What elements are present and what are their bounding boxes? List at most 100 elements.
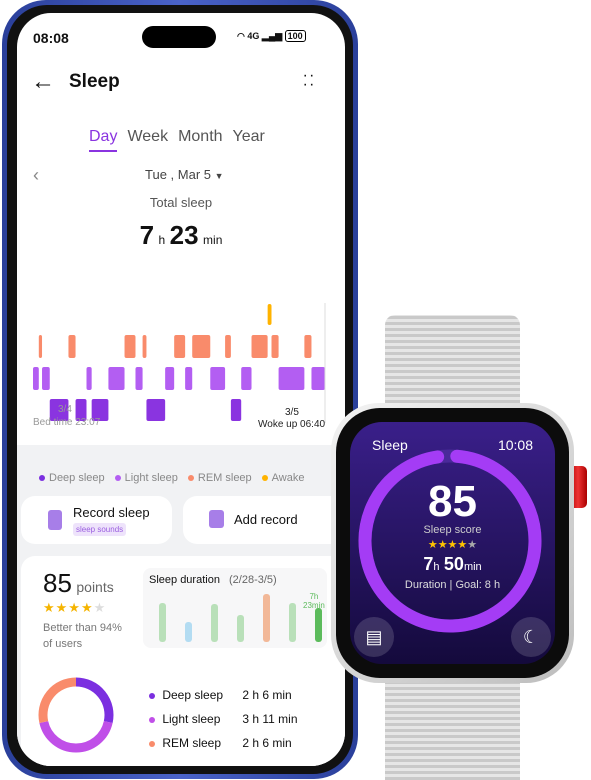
- watch-goal: Duration | Goal: 8 h: [404, 579, 501, 591]
- duration-bar[interactable]: [315, 608, 322, 642]
- donut-segment: [39, 720, 113, 753]
- minutes: 23: [169, 220, 199, 250]
- stage-breakdown: Deep sleep 2 h 6 min Light sleep 3 h 11 mi…: [149, 683, 298, 755]
- last-duration-label: 7h 23min: [303, 592, 325, 610]
- wake-time: Woke up 06:40: [258, 419, 326, 430]
- stage-light: [86, 367, 92, 390]
- stage-rem: [68, 335, 76, 358]
- stage-donut: [38, 677, 114, 753]
- sleep-duration-chart[interactable]: Sleep duration (2/28-3/5) 7h 23min: [143, 568, 327, 648]
- tab-month[interactable]: Month: [178, 128, 222, 152]
- duration-bar[interactable]: [237, 614, 244, 642]
- back-arrow-icon[interactable]: ←: [31, 68, 55, 96]
- duration-bar[interactable]: [263, 594, 270, 642]
- stage-light: [42, 367, 50, 390]
- page-title: Sleep: [69, 71, 120, 92]
- stage-legend: Deep sleep Light sleep REM sleep Awake: [39, 472, 305, 484]
- breakdown-rem: REM sleep 2 h 6 min: [149, 731, 298, 755]
- duration-bar[interactable]: [211, 604, 218, 642]
- stage-light: [241, 367, 252, 390]
- score: 85 points: [43, 568, 114, 598]
- stage-light: [108, 367, 125, 390]
- duration-bar[interactable]: [289, 603, 296, 642]
- tab-week[interactable]: Week: [127, 128, 168, 152]
- prev-date-icon[interactable]: ‹: [33, 165, 39, 186]
- stage-rem: [192, 335, 211, 358]
- record-sleep-label: Record sleep: [73, 505, 150, 520]
- breakdown-light: Light sleep 3 h 11 min: [149, 707, 298, 731]
- sleep-moon-icon[interactable]: ☾: [511, 617, 551, 657]
- wake-date: 3/5: [285, 407, 299, 418]
- phone-screen: 08:08 ◠ 4G ▂▄▆ 100 ← Sleep ∙∙ ∙∙ Day Week…: [17, 13, 345, 766]
- watch-band-bottom: [385, 670, 520, 780]
- sleep-sounds-tag: sleep sounds: [73, 523, 127, 536]
- add-record-label: Add record: [234, 512, 298, 527]
- status-time: 08:08: [33, 30, 69, 46]
- wifi-icon: ◠: [237, 31, 245, 41]
- stage-rem: [124, 335, 136, 358]
- stage-rem: [271, 335, 279, 358]
- more-icon[interactable]: ∙∙ ∙∙: [303, 68, 316, 93]
- bed-time: Bed time 23:07: [33, 417, 101, 428]
- stage-light: [165, 367, 175, 390]
- phone-moon-icon: [48, 510, 62, 530]
- sleep-stage-chart: [33, 303, 326, 423]
- legend-deep: Deep sleep: [39, 472, 105, 484]
- stage-deep: [230, 399, 242, 421]
- add-record-button[interactable]: Add record: [183, 496, 345, 544]
- report-icon[interactable]: ▤: [354, 617, 394, 657]
- stage-rem: [251, 335, 268, 358]
- bed-date: 3/4: [58, 404, 72, 415]
- stage-awake: [267, 304, 272, 325]
- stage-rem: [174, 335, 186, 358]
- camera-notch: [142, 26, 216, 48]
- caret-down-icon: ▼: [214, 171, 224, 181]
- date-label: Tue , Mar 5: [145, 167, 211, 182]
- h-unit: h: [158, 233, 166, 247]
- signal-icon: ▂▄▆: [261, 31, 283, 41]
- watch: Sleep 10:08 85 Sleep score ★★★★★ 7h 50mi…: [331, 403, 574, 683]
- score-stars: ★★★★★: [43, 600, 107, 615]
- watch-score-label: Sleep score: [423, 524, 482, 536]
- date-selector[interactable]: Tue , Mar 5 ▼: [145, 167, 224, 182]
- battery-icon: 100: [284, 30, 306, 42]
- donut-segment: [38, 677, 77, 724]
- record-sleep-button[interactable]: Record sleep sleep sounds: [21, 496, 172, 544]
- duration-title: Sleep duration (2/28-3/5): [149, 574, 277, 586]
- status-icons: ◠ 4G ▂▄▆ 100: [237, 30, 306, 42]
- legend-awake: Awake: [261, 472, 305, 484]
- watch-score: 85: [428, 477, 477, 526]
- min-unit: min: [203, 233, 223, 247]
- tab-day[interactable]: Day: [89, 128, 118, 152]
- period-tabs: Day Week Month Year: [89, 128, 265, 152]
- stage-rem: [38, 335, 43, 358]
- legend-light: Light sleep: [114, 472, 178, 484]
- duration-bar[interactable]: [159, 603, 166, 642]
- note-icon: [209, 510, 224, 528]
- tab-year[interactable]: Year: [233, 128, 265, 152]
- stage-light: [185, 367, 193, 390]
- stage-light: [135, 367, 143, 390]
- watch-band-top: [385, 315, 520, 415]
- stage-light: [210, 367, 226, 390]
- watch-duration: 7h 50min: [423, 554, 482, 574]
- donut-segment: [75, 677, 114, 724]
- stage-rem: [304, 335, 312, 358]
- score-comparison: Better than 94% of users: [43, 622, 122, 650]
- network-label: 4G: [247, 31, 260, 41]
- stage-light: [311, 367, 325, 390]
- stage-light: [278, 367, 305, 390]
- breakdown-deep: Deep sleep 2 h 6 min: [149, 683, 298, 707]
- stage-rem: [142, 335, 147, 358]
- watch-screen: Sleep 10:08 85 Sleep score ★★★★★ 7h 50mi…: [350, 422, 555, 664]
- total-sleep-label: Total sleep: [149, 195, 213, 210]
- legend-rem: REM sleep: [187, 472, 252, 484]
- score-card: 85 points ★★★★★ Better than 94% of users …: [21, 556, 345, 766]
- stage-deep: [146, 399, 166, 421]
- stage-light: [33, 367, 39, 390]
- total-sleep-value: 7 h 23 min: [17, 220, 345, 251]
- watch-stars: ★★★★★: [427, 539, 478, 551]
- stage-rem: [225, 335, 231, 358]
- duration-bar[interactable]: [185, 621, 192, 642]
- hours: 7: [139, 220, 155, 250]
